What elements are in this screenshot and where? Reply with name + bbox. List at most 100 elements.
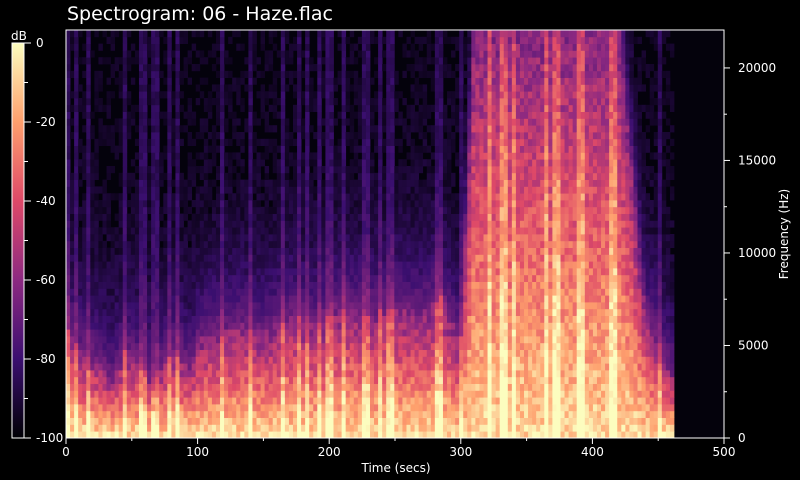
spectrogram-cell — [276, 431, 282, 439]
spectrogram-cell — [406, 336, 411, 344]
spectrogram-cell — [365, 322, 371, 330]
spectrogram-cell — [365, 50, 371, 58]
spectrogram-cell — [159, 234, 164, 242]
spectrogram-cell — [155, 376, 160, 384]
spectrogram-cell — [98, 240, 103, 248]
spectrogram-cell — [426, 363, 432, 371]
spectrogram-cell — [451, 390, 456, 398]
spectrogram-cell — [370, 322, 375, 330]
spectrogram-cell — [151, 431, 156, 439]
spectrogram-cell — [122, 417, 128, 425]
spectrogram-cell — [256, 193, 261, 201]
spectrogram-cell — [365, 302, 371, 310]
spectrogram-cell — [402, 336, 407, 344]
spectrogram-cell — [224, 356, 229, 364]
spectrogram-cell — [365, 295, 371, 303]
spectrogram-cell — [451, 349, 456, 357]
spectrogram-cell — [402, 50, 407, 58]
spectrogram-cell — [345, 240, 351, 248]
spectrogram-cell — [66, 200, 71, 208]
spectrogram-cell — [244, 206, 249, 214]
spectrogram-cell — [434, 288, 440, 296]
spectrogram-cell — [438, 30, 444, 38]
spectrogram-cell — [195, 308, 201, 316]
spectrogram-cell — [305, 356, 310, 364]
spectrogram-cell — [240, 261, 245, 269]
spectrogram-cell — [159, 227, 164, 235]
spectrogram-cell — [280, 329, 286, 337]
spectrogram-cell — [126, 240, 132, 248]
spectrogram-cell — [390, 315, 395, 323]
spectrogram-cell — [418, 342, 424, 350]
spectrogram-cell — [390, 302, 395, 310]
spectrogram-cell — [159, 268, 164, 276]
spectrogram-cell — [252, 30, 257, 38]
spectrogram-cell — [175, 376, 180, 384]
spectrogram-cell — [264, 281, 270, 289]
spectrogram-cell — [260, 397, 266, 405]
spectrogram-cell — [321, 254, 326, 262]
spectrogram-cell — [159, 206, 164, 214]
spectrogram-cell — [313, 315, 318, 323]
spectrogram-cell — [329, 227, 334, 235]
spectrogram-cell — [82, 295, 87, 303]
spectrogram-cell — [333, 179, 338, 187]
spectrogram-cell — [171, 118, 176, 126]
spectrogram-cell — [74, 390, 79, 398]
spectrogram-cell — [418, 159, 424, 167]
spectrogram-cell — [394, 172, 399, 180]
spectrogram-cell — [410, 84, 415, 92]
spectrogram-cell — [288, 261, 294, 269]
spectrogram-cell — [402, 240, 407, 248]
spectrogram-cell — [203, 145, 209, 153]
spectrogram-cell — [220, 254, 225, 262]
spectrogram-cell — [220, 98, 225, 106]
spectrogram-cell — [143, 77, 148, 85]
spectrogram-cell — [224, 302, 229, 310]
spectrogram-cell — [321, 77, 326, 85]
spectrogram-cell — [207, 322, 213, 330]
spectrogram-cell — [280, 70, 286, 78]
spectrogram-cell — [70, 390, 75, 398]
spectrogram-cell — [260, 91, 266, 99]
spectrogram-cell — [305, 274, 310, 282]
spectrogram-cell — [333, 376, 338, 384]
spectrogram-cell — [215, 410, 221, 418]
spectrogram-cell — [264, 234, 270, 242]
spectrogram-cell — [66, 431, 71, 439]
spectrogram-cell — [94, 84, 99, 92]
spectrogram-cell — [301, 186, 306, 194]
spectrogram-cell — [98, 315, 103, 323]
spectrogram-cell — [155, 247, 160, 255]
spectrogram-cell — [98, 43, 103, 51]
spectrogram-cell — [191, 356, 197, 364]
spectrogram-cell — [70, 370, 75, 378]
spectrogram-cell — [232, 417, 237, 425]
spectrogram-cell — [349, 220, 355, 228]
spectrogram-cell — [86, 43, 91, 51]
spectrogram-cell — [256, 206, 261, 214]
spectrogram-cell — [264, 315, 270, 323]
spectrogram-cell — [426, 356, 432, 364]
spectrogram-cell — [337, 308, 343, 316]
spectrogram-cell — [82, 43, 87, 51]
spectrogram-cell — [422, 206, 428, 214]
spectrogram-cell — [118, 281, 124, 289]
spectrogram-cell — [268, 57, 274, 65]
spectrogram-cell — [102, 227, 107, 235]
spectrogram-cell — [248, 159, 253, 167]
spectrogram-cell — [195, 193, 201, 201]
spectrogram-cell — [272, 111, 278, 119]
spectrogram-cell — [155, 186, 160, 194]
spectrogram-cell — [422, 336, 428, 344]
spectrogram-cell — [276, 329, 282, 337]
spectrogram-cell — [434, 268, 440, 276]
spectrogram-cell — [455, 268, 460, 276]
spectrogram-cell — [179, 220, 184, 228]
spectrogram-cell — [357, 370, 363, 378]
spectrogram-cell — [118, 370, 124, 378]
spectrogram-cell — [199, 261, 205, 269]
spectrogram-cell — [317, 30, 322, 38]
spectrogram-cell — [203, 370, 209, 378]
spectrogram-cell — [122, 261, 128, 269]
